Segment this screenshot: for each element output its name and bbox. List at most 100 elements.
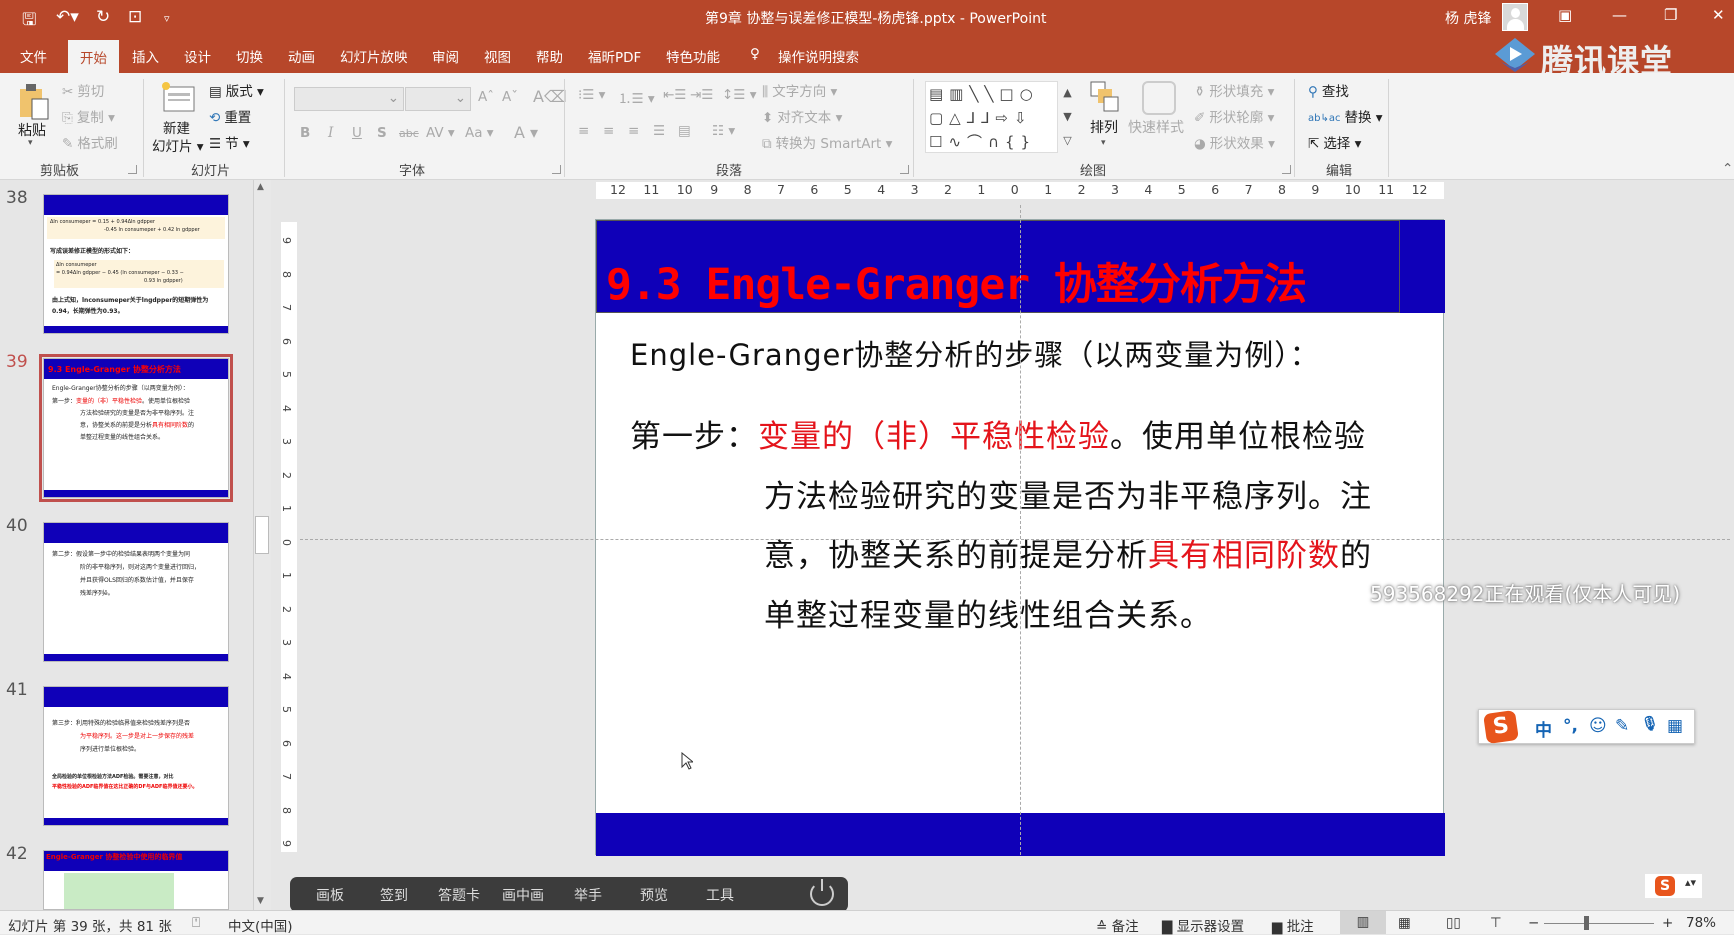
increase-indent-icon[interactable]: ⇥☰ <box>690 87 713 103</box>
ime-toolbar[interactable]: S 中 °, ☺ ✎ 🎙 ▦ <box>1478 709 1695 745</box>
slide-thumbnail-42[interactable]: Engle-Granger 协整检验中使用的临界值 <box>43 850 229 910</box>
restore-icon[interactable]: ❐ <box>1664 6 1677 24</box>
paste-button[interactable]: 粘贴 <box>18 120 46 140</box>
italic-button[interactable]: I <box>328 125 333 141</box>
minimize-icon[interactable]: — <box>1612 6 1627 24</box>
classroom-whiteboard[interactable]: 画板 <box>316 885 344 905</box>
customize-quick-access-icon[interactable]: ▿ <box>164 12 170 25</box>
select-button[interactable]: ⇱ 选择 ▾ <box>1308 132 1361 152</box>
align-right-icon[interactable]: ≡ <box>628 123 639 139</box>
vertical-guide[interactable] <box>1020 205 1021 855</box>
zoom-in-button[interactable]: + <box>1662 915 1673 931</box>
step-one-line-4[interactable]: 单整过程变量的线性组合关系。 <box>764 590 1212 635</box>
ime-mini-menu-icon[interactable]: ▴▾ <box>1685 876 1696 889</box>
justify-icon[interactable]: ☰ <box>653 123 665 139</box>
sogou-mini-icon[interactable]: S <box>1655 876 1675 896</box>
align-text-button[interactable]: ⬍ 对齐文本 ▾ <box>762 106 842 126</box>
underline-button[interactable]: U <box>352 125 362 141</box>
numbering-icon[interactable]: ⒈☰ ▾ <box>618 87 655 107</box>
tell-me-search[interactable]: 操作说明搜索 <box>778 46 859 66</box>
slide-thumbnail-38[interactable]: Δln consumeper = 0.15 + 0.94Δln gdpper -… <box>43 194 229 334</box>
paste-dropdown-icon[interactable]: ▾ <box>28 138 33 148</box>
align-center-icon[interactable]: ≡ <box>603 123 614 139</box>
undo-icon[interactable]: ↶▾ <box>56 7 79 27</box>
quick-styles-button[interactable]: 快速样式 <box>1128 117 1184 137</box>
section-button[interactable]: ☰ 节 ▾ <box>209 132 250 152</box>
accessibility-icon[interactable]: ⍞ <box>192 915 200 931</box>
convert-smartart-button[interactable]: ⧉ 转换为 SmartArt ▾ <box>762 132 892 152</box>
find-button[interactable]: ⚲ 查找 <box>1308 80 1349 100</box>
shapes-scroll[interactable]: ▲ ▼ ▽ <box>1057 81 1077 153</box>
ime-menu-icon[interactable]: ▦ <box>1667 716 1683 736</box>
ime-chinese-mode[interactable]: 中 <box>1535 716 1552 741</box>
tab-special-features[interactable]: 特色功能 <box>666 46 720 66</box>
tab-insert[interactable]: 插入 <box>132 46 159 66</box>
lightbulb-icon[interactable]: ♀ <box>750 46 760 62</box>
ribbon-display-options-icon[interactable]: ▣ <box>1558 6 1572 24</box>
tab-design[interactable]: 设计 <box>184 46 211 66</box>
zoom-slider[interactable] <box>1544 923 1654 924</box>
new-slide-label[interactable]: 新建 <box>163 117 190 137</box>
zoom-level[interactable]: 78% <box>1686 915 1716 931</box>
language-indicator[interactable]: 中文(中国) <box>228 915 293 935</box>
change-case-button[interactable]: Aa ▾ <box>465 125 494 141</box>
tab-file[interactable]: 文件 <box>20 46 47 66</box>
ime-emoji-icon[interactable]: ☺ <box>1589 716 1607 736</box>
drawing-launcher-icon[interactable] <box>1282 165 1291 174</box>
zoom-out-button[interactable]: − <box>1528 915 1539 931</box>
display-settings-button[interactable]: ▇ 显示器设置 <box>1162 915 1244 935</box>
increase-font-icon[interactable]: Aˆ <box>478 89 494 105</box>
scroll-down-icon[interactable]: ▼ <box>257 896 264 906</box>
save-icon[interactable]: 🖫 <box>22 7 36 36</box>
classroom-answer-card[interactable]: 答题卡 <box>438 885 480 905</box>
ime-mini-toolbar[interactable]: S ▴▾ <box>1645 874 1702 898</box>
scroll-up-icon[interactable]: ▲ <box>257 182 264 192</box>
tab-foxit-pdf[interactable]: 福昕PDF <box>588 46 641 66</box>
reset-button[interactable]: ⟲ 重置 <box>209 106 251 126</box>
thumbnail-scroll-thumb[interactable] <box>255 516 269 554</box>
power-icon[interactable] <box>810 879 834 906</box>
horizontal-guide[interactable] <box>300 539 1730 540</box>
shape-outline-button[interactable]: ✐ 形状轮廓 ▾ <box>1194 106 1274 126</box>
font-name-select[interactable]: ⌄ <box>294 87 404 111</box>
classroom-check-in[interactable]: 签到 <box>380 885 408 905</box>
tab-view[interactable]: 视图 <box>484 46 511 66</box>
arrange-icon[interactable] <box>1090 81 1120 115</box>
shapes-gallery[interactable]: ▤▥╲╲□○ ▢△⅃⅃⇨⇩ ☐∿⌒∩{} <box>925 81 1077 153</box>
clipboard-launcher-icon[interactable] <box>128 165 137 174</box>
font-color-button[interactable]: A ▾ <box>514 123 538 142</box>
decrease-font-icon[interactable]: Aˇ <box>502 89 518 105</box>
tab-home[interactable]: 开始 <box>68 40 119 73</box>
bullets-icon[interactable]: ⁝☰ ▾ <box>578 87 605 103</box>
classroom-tools[interactable]: 工具 <box>706 885 734 905</box>
replace-button[interactable]: ab↳ac 替换 ▾ <box>1308 106 1383 126</box>
step-one-line-2[interactable]: 方法检验研究的变量是否为非平稳序列。注 <box>764 471 1372 516</box>
classroom-picture-in-picture[interactable]: 画中画 <box>502 885 544 905</box>
classroom-preview[interactable]: 预览 <box>640 885 668 905</box>
format-painter-button[interactable]: ✎ 格式刷 <box>62 132 118 152</box>
tab-slideshow[interactable]: 幻灯片放映 <box>340 46 408 66</box>
new-slide-button[interactable]: 幻灯片 ▾ <box>152 135 204 155</box>
arrange-dropdown-icon[interactable]: ▾ <box>1101 138 1106 148</box>
clear-formatting-icon[interactable]: A⌫ <box>533 87 567 106</box>
distributed-icon[interactable]: ▤ <box>678 123 691 139</box>
zoom-slider-thumb[interactable] <box>1583 916 1589 930</box>
quick-styles-icon[interactable] <box>1142 81 1176 115</box>
ime-handwriting-icon[interactable]: ✎ <box>1615 716 1629 736</box>
user-name[interactable]: 杨 虎锋 <box>1445 8 1491 28</box>
font-size-select[interactable]: ⌄ <box>405 87 471 111</box>
slideshow-view-button[interactable]: ⊤ <box>1490 915 1502 931</box>
slideshow-from-start-icon[interactable]: ⊡ <box>128 7 142 27</box>
comments-button[interactable]: ▆ 批注 <box>1272 915 1314 935</box>
slide-title[interactable]: 9.3 Engle-Granger 协整分析方法 <box>606 250 1307 312</box>
shadow-button[interactable]: S <box>377 125 387 141</box>
sogou-logo-icon[interactable]: S <box>1483 709 1519 745</box>
decrease-indent-icon[interactable]: ⇤☰ <box>663 87 686 103</box>
slide-thumbnail-41[interactable]: 第三步：利用特殊的检验临界值来检验残差序列是否 为平稳序列。这一步是对上一步保存… <box>43 686 229 826</box>
copy-button[interactable]: ⎘ 复制 ▾ <box>62 106 115 126</box>
character-spacing-button[interactable]: AV ▾ <box>426 125 455 141</box>
classroom-raise-hand[interactable]: 举手 <box>574 885 602 905</box>
redo-icon[interactable]: ↻ <box>96 7 110 27</box>
slide-thumbnail-40[interactable]: 第二步：假设第一步中的检验结果表明两个变量为同 阶的非平稳序列，则对这两个变量进… <box>43 522 229 662</box>
text-direction-button[interactable]: ⫼ 文字方向 ▾ <box>762 80 837 100</box>
